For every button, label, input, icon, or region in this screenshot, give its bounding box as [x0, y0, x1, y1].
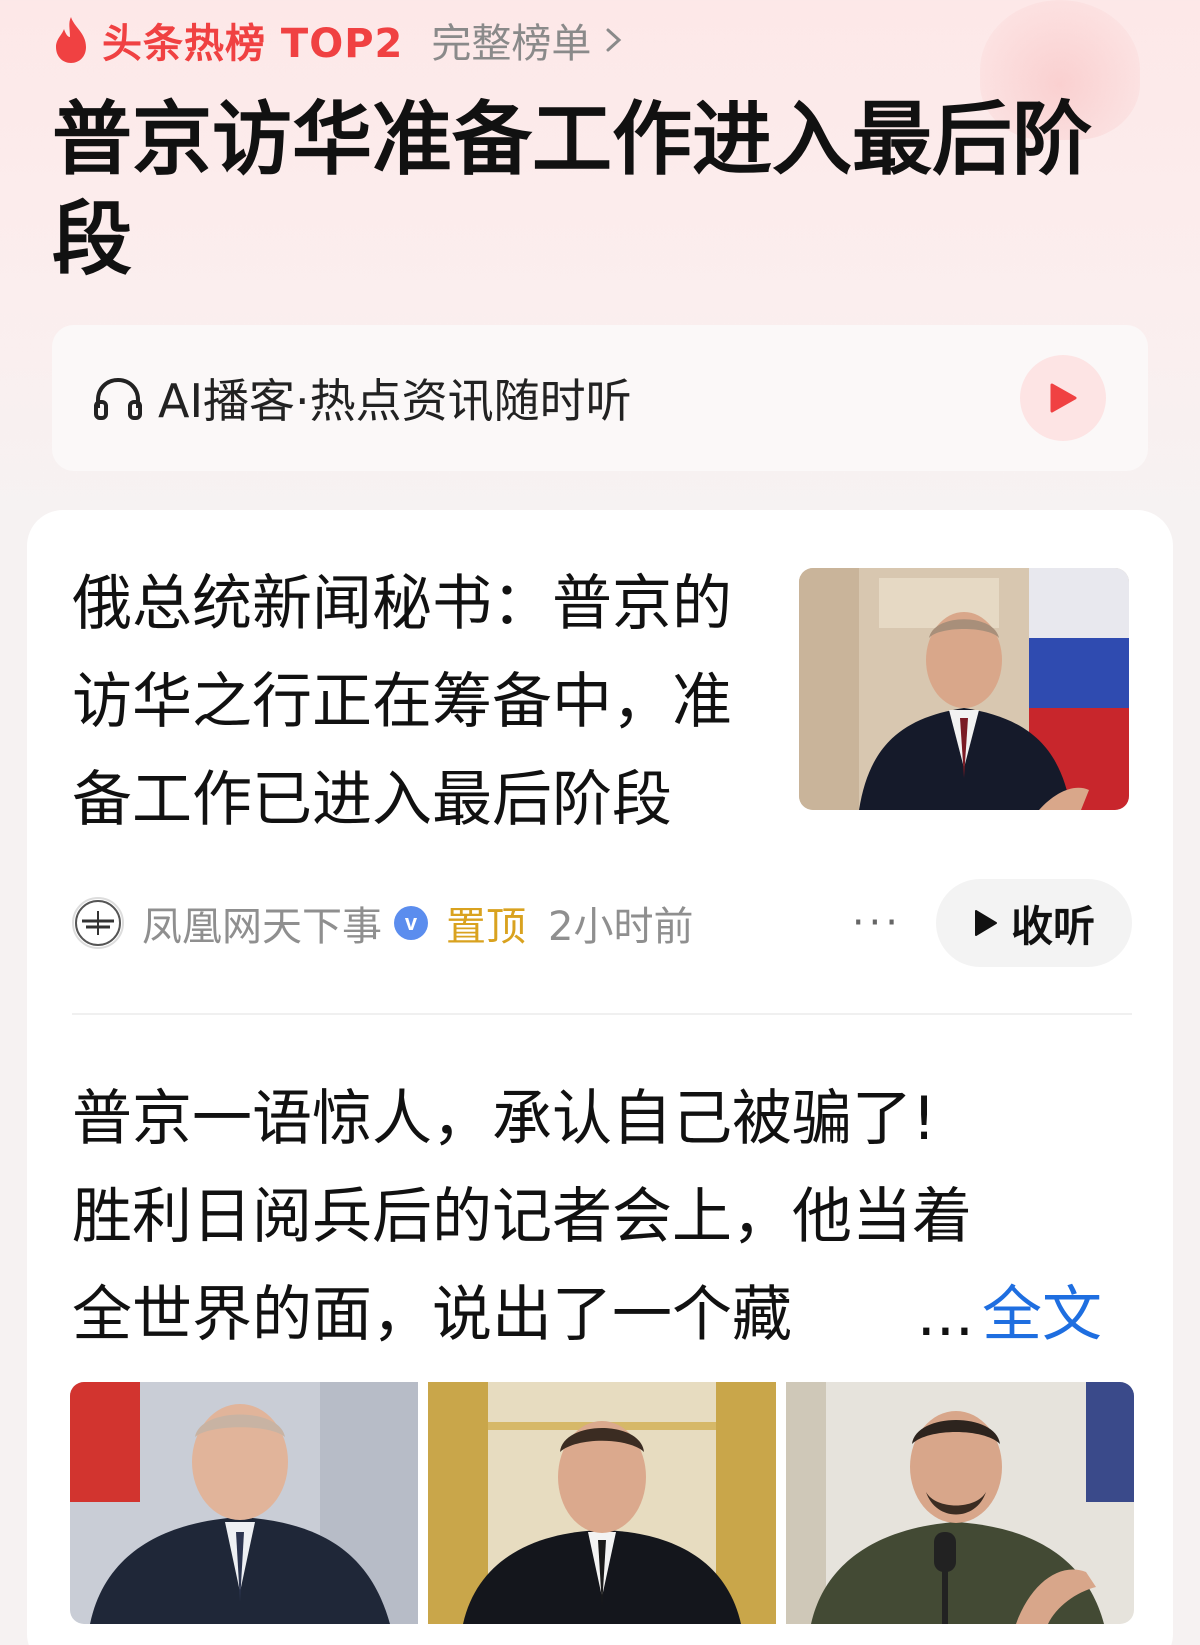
more-options-button[interactable]: ··· — [852, 900, 902, 946]
full-text-link[interactable]: 全文 — [982, 1266, 1102, 1364]
podcast-play-button[interactable] — [1020, 355, 1106, 441]
avatar[interactable] — [72, 897, 124, 949]
hot-list-bar[interactable]: 头条热榜 TOP2 完整榜单 — [50, 10, 625, 70]
news-source-name[interactable]: 凤凰网天下事 — [142, 894, 382, 952]
pinned-badge: 置顶 — [446, 904, 526, 950]
podcast-label: AI播客·热点资讯随时听 — [158, 374, 632, 428]
headphone-icon — [94, 377, 142, 420]
listen-button[interactable]: 收听 — [936, 879, 1132, 967]
news-item-title[interactable]: 俄总统新闻秘书：普京的访华之行正在筹备中，准备工作已进入最后阶段 — [72, 555, 752, 849]
play-icon — [1050, 383, 1077, 413]
macron-photo — [428, 1382, 776, 1624]
news-image-grid — [70, 1382, 1134, 1624]
hot-list-rank-label: 头条热榜 TOP2 — [102, 21, 404, 67]
news-item-excerpt[interactable]: 普京一语惊人，承认自己被骗了! 胜利日阅兵后的记者会上，他当着 全世界的面，说出… — [72, 1070, 1102, 1364]
news-image-macron[interactable] — [428, 1382, 776, 1624]
news-image-putin[interactable] — [70, 1382, 418, 1624]
full-list-link[interactable]: 完整榜单 — [431, 11, 625, 69]
putin-photo — [799, 568, 1129, 810]
news-feed-card: 俄总统新闻秘书：普京的访华之行正在筹备中，准备工作已进入最后阶段 凤凰网天下事 — [27, 510, 1173, 1645]
excerpt-line: 胜利日阅兵后的记者会上，他当着 — [72, 1182, 972, 1252]
page-title: 普京访华准备工作进入最后阶段 — [52, 93, 1092, 286]
full-list-label: 完整榜单 — [431, 21, 592, 67]
source-logo-icon — [75, 900, 121, 946]
ai-podcast-banner[interactable]: AI播客·热点资讯随时听 — [52, 325, 1148, 471]
news-timestamp: 2小时前 — [548, 904, 694, 950]
play-icon — [974, 910, 997, 936]
news-thumbnail-putin[interactable] — [799, 568, 1129, 810]
flame-icon — [56, 17, 86, 63]
putin-photo — [70, 1382, 418, 1624]
verified-icon: v — [394, 906, 428, 940]
listen-label: 收听 — [1010, 901, 1095, 951]
news-meta-row: 凤凰网天下事 v 置顶 2小时前 ··· 收听 — [72, 878, 1132, 968]
divider — [72, 1013, 1132, 1015]
excerpt-line: 普京一语惊人，承认自己被骗了! — [72, 1084, 937, 1154]
chevron-right-icon — [606, 28, 622, 52]
news-image-zelensky[interactable] — [786, 1382, 1134, 1624]
zelensky-photo — [786, 1382, 1134, 1624]
excerpt-ellipsis: ... — [916, 1280, 974, 1350]
